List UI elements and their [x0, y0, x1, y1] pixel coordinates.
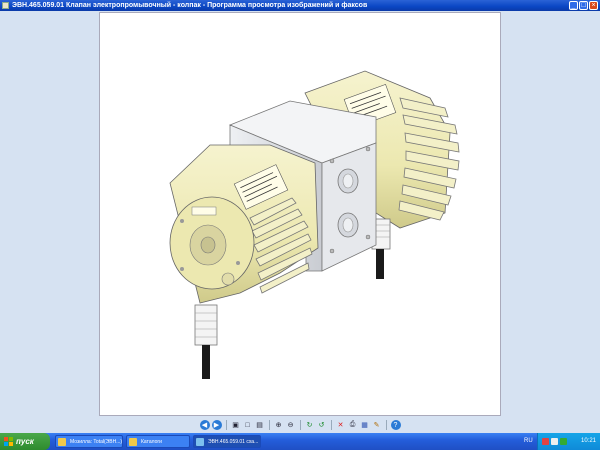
save-button[interactable]: ▦ [360, 420, 370, 430]
delete-icon: ✕ [337, 422, 344, 429]
viewer-area [0, 11, 600, 417]
help-button[interactable]: ? [390, 420, 401, 430]
minimize-button[interactable]: _ [569, 1, 578, 10]
volume-icon[interactable] [551, 438, 558, 445]
zoom-out-icon: ⊖ [287, 422, 294, 429]
next-image-button[interactable]: ▶ [211, 420, 222, 430]
next-image-icon: ▶ [213, 422, 220, 429]
window-title: ЭВН.465.059.01 Клапан электропромывочный… [12, 2, 368, 9]
open-editor-icon: ✎ [373, 422, 380, 429]
save-icon: ▦ [361, 422, 368, 429]
language-indicator[interactable]: RU [524, 433, 533, 450]
taskbar-item-catalogs[interactable]: Каталоги [126, 435, 190, 448]
rotate-clockwise-button[interactable]: ↻ [305, 420, 315, 430]
start-button[interactable]: пуск [0, 433, 50, 450]
taskbar-item-image-viewer[interactable]: ЭВН.465.059.01 сха... [193, 435, 261, 448]
zoom-out-button[interactable]: ⊖ [286, 420, 296, 430]
windows-logo-icon [4, 437, 13, 446]
title-bar[interactable]: ЭВН.465.059.01 Клапан электропромывочный… [0, 0, 600, 11]
front-cable [194, 304, 218, 379]
best-fit-button[interactable]: ▣ [231, 420, 241, 430]
taskbar-item-mozilla[interactable]: Мозилла: Total(ЭВН...) [55, 435, 123, 448]
image-viewer-icon [2, 2, 9, 9]
print-button[interactable]: ⎙ [348, 420, 358, 430]
previous-image-button[interactable]: ◀ [199, 420, 210, 430]
help-icon: ? [393, 421, 398, 429]
start-label: пуск [16, 437, 34, 446]
slideshow-icon: ▤ [256, 422, 263, 429]
folder-icon [129, 438, 137, 446]
close-button[interactable]: × [589, 1, 598, 10]
delete-button[interactable]: ✕ [336, 420, 346, 430]
slideshow-button[interactable]: ▤ [255, 420, 265, 430]
network-icon[interactable] [542, 438, 549, 445]
image-icon [196, 438, 204, 446]
maximize-button[interactable]: □ [579, 1, 588, 10]
zoom-in-icon: ⊕ [275, 422, 282, 429]
rotate-clockwise-icon: ↻ [306, 422, 313, 429]
antivirus-icon[interactable] [560, 438, 567, 445]
maximize-icon: □ [581, 2, 586, 9]
system-tray: RU 10:21 [524, 433, 600, 450]
clock[interactable]: 10:21 [581, 433, 596, 450]
front-motor [169, 144, 319, 304]
print-icon: ⎙ [349, 421, 356, 428]
minimize-icon: _ [571, 2, 576, 9]
folder-icon [58, 438, 66, 446]
rotate-counterclockwise-button[interactable]: ↺ [317, 420, 327, 430]
rotate-counterclockwise-icon: ↺ [318, 422, 325, 429]
zoom-in-button[interactable]: ⊕ [274, 420, 284, 430]
best-fit-icon: ▣ [232, 422, 239, 429]
actual-size-icon: □ [245, 421, 250, 429]
viewer-toolbar: ◀ ▶ ▣ □ ▤ ⊕ ⊖ ↻ ↺ ✕ ⎙ ▦ ✎ ? [0, 417, 600, 433]
taskbar: пуск Мозилла: Total(ЭВН...) Каталоги ЭВН… [0, 433, 600, 450]
pump-3d-render [169, 70, 460, 379]
actual-size-button[interactable]: □ [243, 420, 253, 430]
previous-image-icon: ◀ [201, 422, 208, 429]
close-icon: × [591, 2, 596, 9]
image-canvas [99, 12, 501, 416]
open-editor-button[interactable]: ✎ [372, 420, 382, 430]
